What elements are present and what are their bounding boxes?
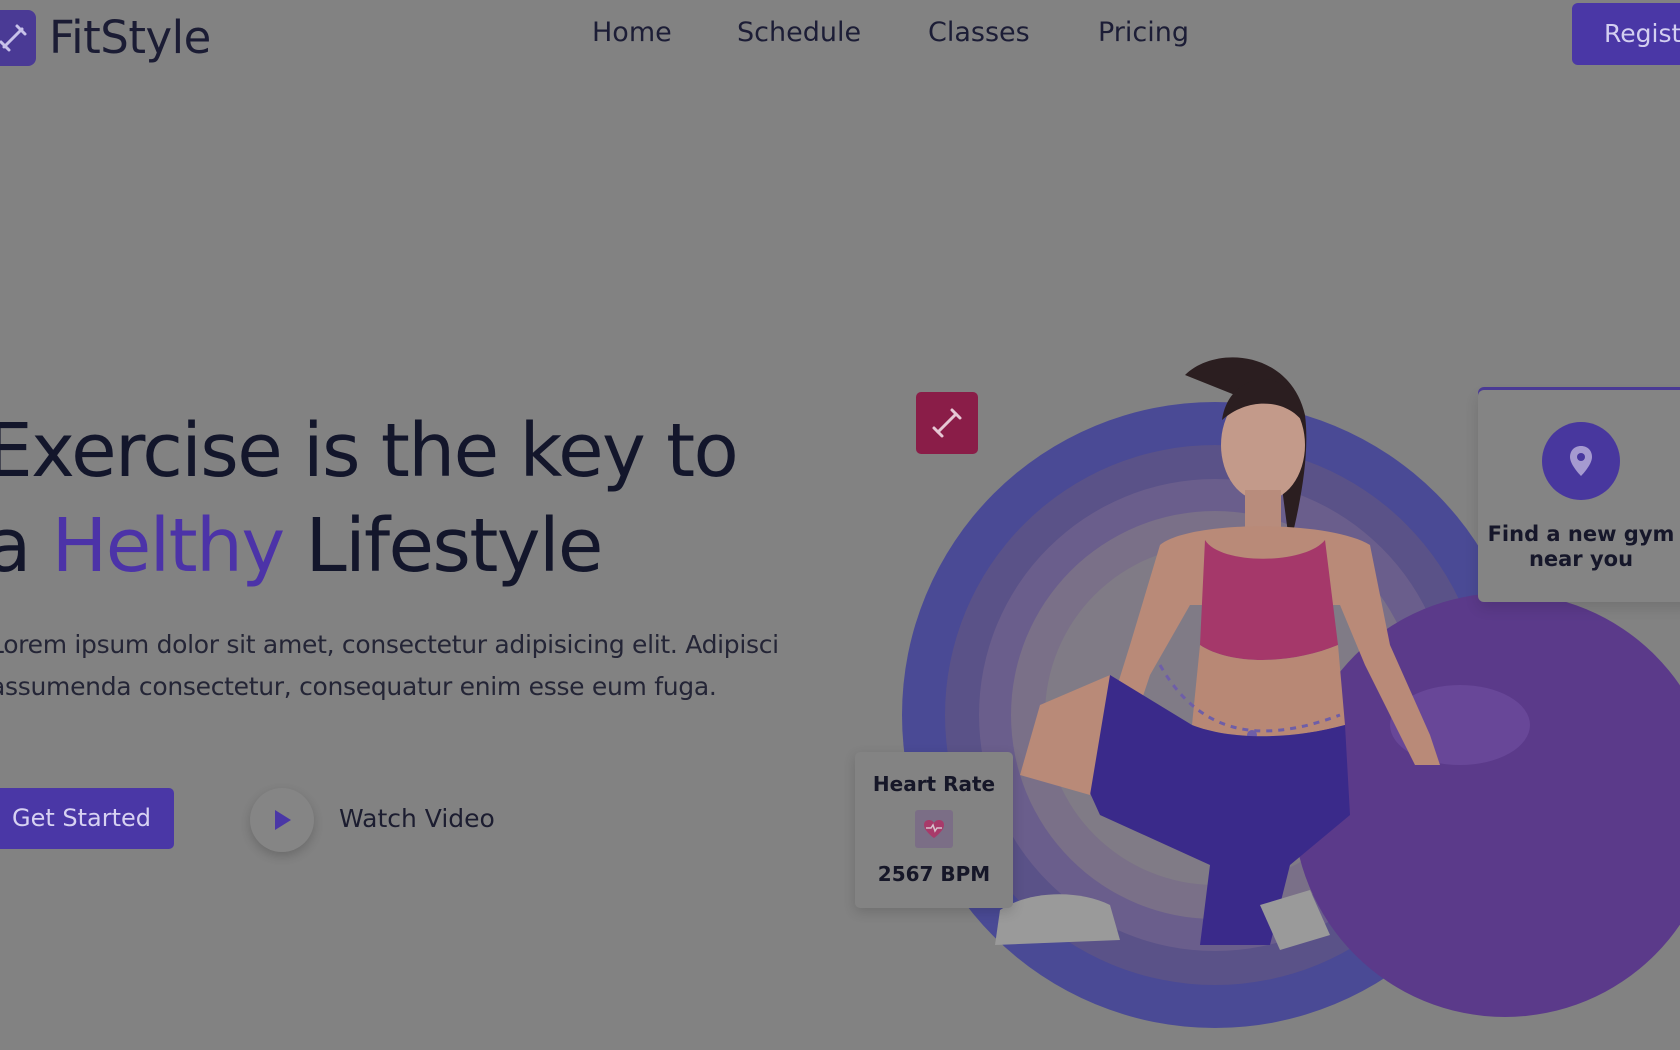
heart-rate-title: Heart Rate [872,772,996,796]
heart-pulse-icon [915,810,953,848]
play-icon [275,810,291,830]
hero-description: Lorem ipsum dolor sit amet, consectetur … [0,624,790,708]
nav-schedule[interactable]: Schedule [737,17,861,48]
play-video-button[interactable] [250,788,314,852]
nav-classes[interactable]: Classes [928,17,1030,48]
heart-rate-value: 2567 BPM [877,862,991,886]
register-button[interactable]: Register [1572,3,1680,65]
hero-headline: Exercise is the key to a Helthy Lifestyle [0,404,739,594]
gym-finder-card[interactable]: Find a new gym near you [1478,390,1680,602]
headline-line-2-end: Lifestyle [283,503,603,589]
headline-line-1: Exercise is the key to [0,408,739,494]
dumbbell-icon [0,10,36,66]
nav-home[interactable]: Home [592,17,672,48]
nav-pricing[interactable]: Pricing [1098,17,1189,48]
gym-finder-label: Find a new gym near you [1487,522,1675,571]
heart-rate-card: Heart Rate 2567 BPM [855,752,1013,908]
description-line-1: Lorem ipsum dolor sit amet, consectetur … [0,630,779,659]
watch-video-link[interactable]: Watch Video [339,804,495,833]
headline-line-2-start: a [0,503,31,589]
dumbbell-badge [916,392,978,454]
description-line-2: assumenda consectetur, consequatur enim … [0,672,717,701]
dumbbell-icon [932,408,962,438]
landing-page: FitStyle Home Schedule Classes Pricing R… [0,0,1680,1050]
get-started-button[interactable]: Get Started [0,788,174,849]
brand-name: FitStyle [49,11,211,64]
location-pin-icon [1542,422,1620,500]
headline-accent-word: Helthy [51,503,285,589]
